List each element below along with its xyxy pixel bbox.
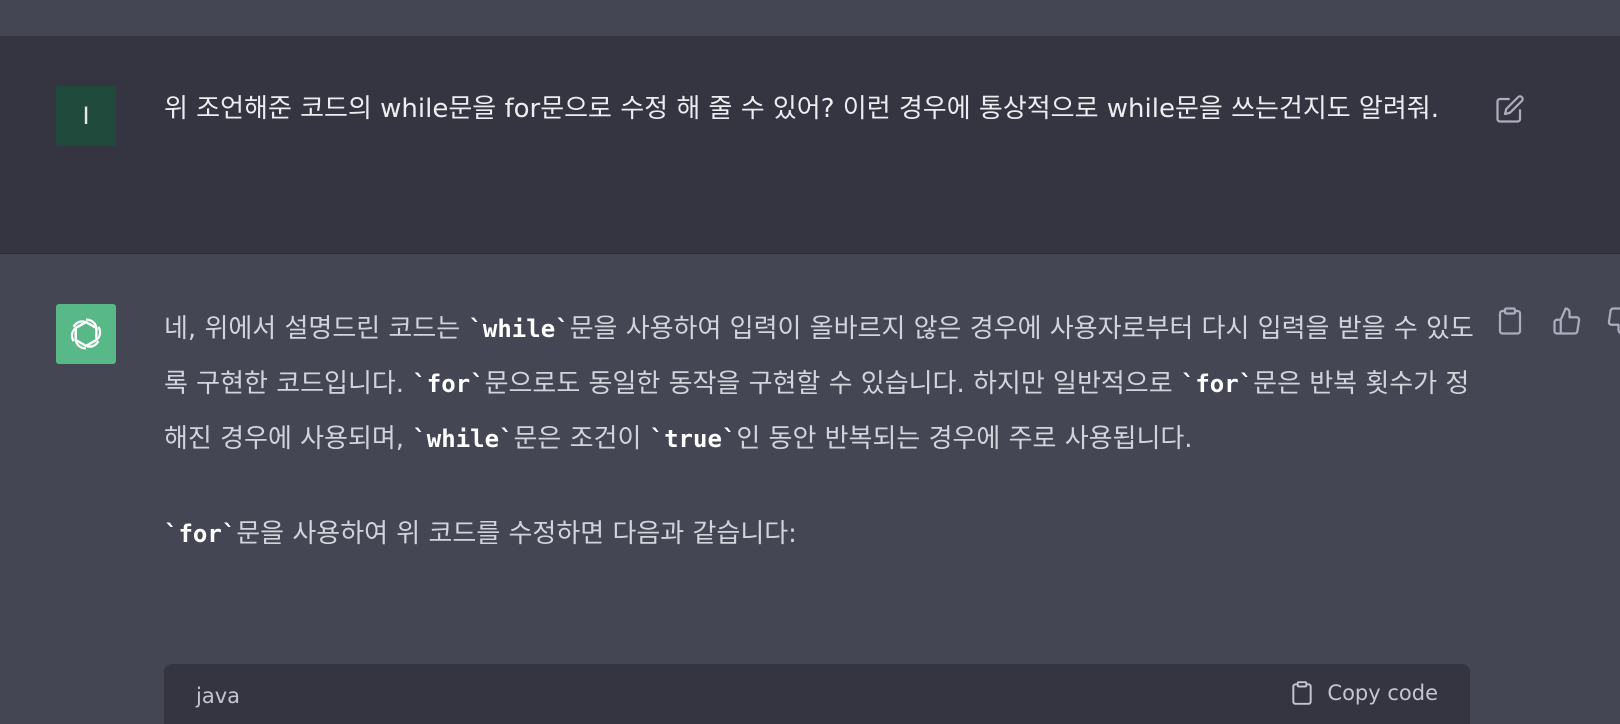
inline-code: `for` [164, 520, 237, 548]
assistant-message-row: 네, 위에서 설명드린 코드는 `while`문을 사용하여 입력이 올바르지 … [0, 254, 1620, 724]
text-segment: 문은 조건이 [513, 424, 650, 454]
code-language-label: java [196, 684, 240, 708]
inline-code: `while` [468, 315, 570, 343]
openai-logo-icon [56, 304, 116, 364]
copy-code-button[interactable]: Copy code [1289, 680, 1438, 706]
user-message-text: 위 조언해준 코드의 while문을 for문으로 수정 해 줄 수 있어? 이… [164, 94, 1439, 124]
text-segment: 문을 사용하여 위 코드를 수정하면 다음과 같습니다: [236, 519, 797, 549]
user-avatar: I [56, 86, 116, 146]
user-avatar-letter: I [82, 102, 90, 130]
thumbs-up-icon[interactable] [1550, 304, 1584, 338]
text-segment: 문으로도 동일한 동작을 구현할 수 있습니다. 하지만 일반적으로 [484, 369, 1181, 399]
copy-code-label: Copy code [1327, 681, 1438, 705]
inline-code: `for` [1180, 370, 1254, 398]
top-strip [0, 0, 1620, 36]
clipboard-icon [1292, 681, 1313, 705]
user-message-row: I 위 조언해준 코드의 while문을 for문으로 수정 해 줄 수 있어?… [0, 36, 1620, 254]
assistant-paragraph-1: 네, 위에서 설명드린 코드는 `while`문을 사용하여 입력이 올바르지 … [164, 302, 1474, 467]
assistant-paragraph-2: `for`문을 사용하여 위 코드를 수정하면 다음과 같습니다: [164, 507, 1474, 562]
code-block: java Copy code [164, 664, 1470, 724]
inline-code: `while` [412, 425, 514, 453]
assistant-message-text: 네, 위에서 설명드린 코드는 `while`문을 사용하여 입력이 올바르지 … [164, 302, 1474, 562]
inline-code: `for` [412, 370, 485, 398]
edit-icon[interactable] [1493, 92, 1527, 126]
thumbs-down-icon[interactable] [1604, 304, 1620, 338]
text-segment: 인 동안 반복되는 경우에 주로 사용됩니다. [736, 424, 1193, 454]
clipboard-icon[interactable] [1493, 304, 1527, 338]
text-segment: 네, 위에서 설명드린 코드는 [164, 314, 469, 344]
inline-code: `true` [649, 425, 737, 453]
